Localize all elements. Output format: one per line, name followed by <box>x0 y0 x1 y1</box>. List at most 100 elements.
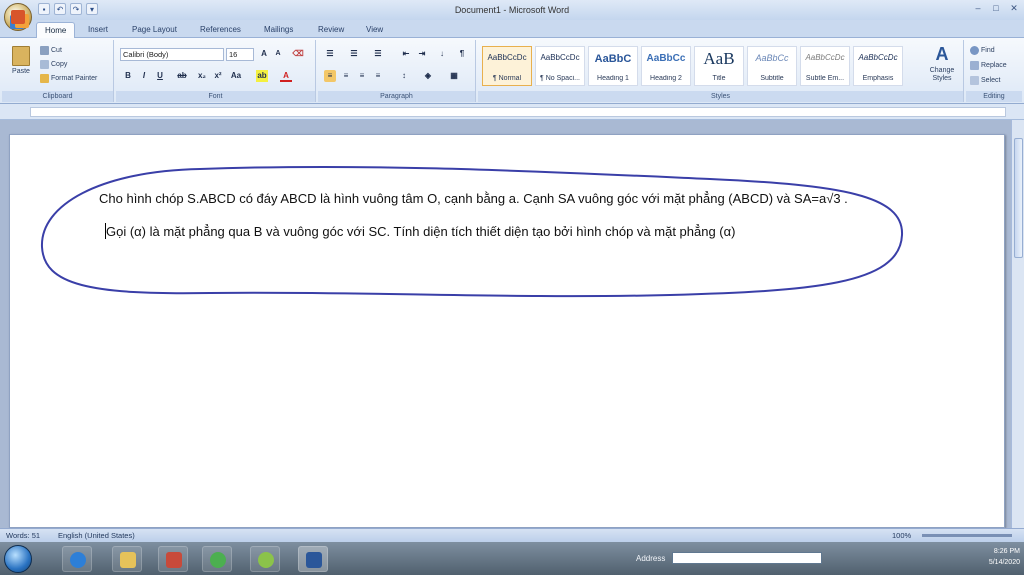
style-subtle-emphasis[interactable]: AaBbCcDc Subtle Em... <box>800 46 850 86</box>
word-count[interactable]: Words: 51 <box>6 531 40 540</box>
paste-button[interactable]: Paste <box>8 46 34 75</box>
style-name: Subtitle <box>760 75 784 82</box>
style-name: ¶ No Spaci... <box>540 75 580 82</box>
tab-review[interactable]: Review <box>310 22 352 38</box>
maximize-icon[interactable]: □ <box>990 2 1002 14</box>
style-name: Subtle Em... <box>805 75 845 82</box>
style-preview: AaBbC <box>594 53 632 65</box>
underline-icon[interactable]: U <box>154 70 166 82</box>
clipboard-group: Paste Cut Copy Format Painter Clipboard <box>2 40 114 102</box>
style-preview: AaBbCcDc <box>487 53 527 62</box>
change-styles-button[interactable]: A Change Styles <box>924 44 960 83</box>
format-painter-button[interactable]: Format Painter <box>40 74 97 83</box>
zoom-level[interactable]: 100% <box>892 531 911 540</box>
show-marks-icon[interactable]: ¶ <box>456 48 468 60</box>
zoom-slider[interactable] <box>922 534 1012 537</box>
media-icon <box>166 552 182 568</box>
superscript-icon[interactable]: x² <box>212 70 224 82</box>
line-spacing-icon[interactable]: ↕ <box>398 70 410 82</box>
tab-home[interactable]: Home <box>36 22 76 38</box>
vertical-scrollbar[interactable] <box>1011 120 1024 528</box>
style-title[interactable]: AaB Title <box>694 46 744 86</box>
horizontal-ruler[interactable] <box>0 104 1024 120</box>
chrome-icon <box>210 552 226 568</box>
replace-label: Replace <box>981 62 1007 69</box>
highlight-icon[interactable]: ab <box>256 70 268 82</box>
clipboard-group-label: Clipboard <box>2 91 113 102</box>
ribbon: Paste Cut Copy Format Painter Clipboard … <box>0 38 1024 104</box>
style-name: Heading 2 <box>650 75 682 82</box>
app-icon <box>258 552 274 568</box>
shading-icon[interactable]: ◈ <box>422 70 434 82</box>
tab-references[interactable]: References <box>192 22 249 38</box>
bullets-icon[interactable]: ☰ <box>324 48 336 60</box>
office-button[interactable] <box>4 3 32 31</box>
decrease-indent-icon[interactable]: ⇤ <box>400 48 412 60</box>
subscript-icon[interactable]: x₂ <box>196 70 208 82</box>
style-preview: AaBbCcDc <box>540 53 580 62</box>
style-subtitle[interactable]: AaBbCc Subtitle <box>747 46 797 86</box>
document-page[interactable]: Cho hình chóp S.ABCD có đáy ABCD là hình… <box>9 134 1005 528</box>
tab-view[interactable]: View <box>358 22 391 38</box>
bold-icon[interactable]: B <box>122 70 134 82</box>
style-normal[interactable]: AaBbCcDc ¶ Normal <box>482 46 532 86</box>
font-color-icon[interactable]: A <box>280 70 292 82</box>
taskbar-media[interactable] <box>158 546 188 572</box>
style-heading-1[interactable]: AaBbC Heading 1 <box>588 46 638 86</box>
font-group-label: Font <box>116 91 315 102</box>
align-left-icon[interactable]: ≡ <box>324 70 336 82</box>
folder-icon <box>120 552 136 568</box>
style-name: ¶ Normal <box>492 75 522 82</box>
increase-indent-icon[interactable]: ⇥ <box>416 48 428 60</box>
align-right-icon[interactable]: ≡ <box>356 70 368 82</box>
style-no-spacing[interactable]: AaBbCcDc ¶ No Spaci... <box>535 46 585 86</box>
shrink-font-icon[interactable]: A <box>272 48 284 60</box>
sort-icon[interactable]: ↓ <box>436 48 448 60</box>
binoculars-icon <box>970 46 979 55</box>
copy-button[interactable]: Copy <box>40 60 67 69</box>
replace-button[interactable]: Replace <box>970 61 1007 70</box>
cut-button[interactable]: Cut <box>40 46 62 55</box>
scrollbar-thumb[interactable] <box>1014 138 1023 258</box>
change-case-icon[interactable]: Aa <box>230 70 242 82</box>
align-center-icon[interactable]: ≡ <box>340 70 352 82</box>
find-button[interactable]: Find <box>970 46 995 55</box>
document-workspace: Cho hình chóp S.ABCD có đáy ABCD là hình… <box>0 120 1024 528</box>
taskbar-word[interactable] <box>298 546 328 572</box>
grow-font-icon[interactable]: A <box>258 48 270 60</box>
document-line-1: Cho hình chóp S.ABCD có đáy ABCD là hình… <box>99 191 848 206</box>
format-painter-label: Format Painter <box>51 75 98 82</box>
ruler-scale <box>30 107 1006 117</box>
justify-icon[interactable]: ≡ <box>372 70 384 82</box>
strikethrough-icon[interactable]: ab <box>176 70 188 82</box>
numbering-icon[interactable]: ☰ <box>348 48 360 60</box>
close-icon[interactable]: ✕ <box>1008 2 1020 14</box>
taskbar-app[interactable] <box>250 546 280 572</box>
italic-icon[interactable]: I <box>138 70 150 82</box>
tab-page-layout[interactable]: Page Layout <box>124 22 185 38</box>
style-heading-2[interactable]: AaBbCc Heading 2 <box>641 46 691 86</box>
brush-icon <box>40 74 49 83</box>
clear-format-icon[interactable]: ⌫ <box>292 48 304 60</box>
font-name-select[interactable]: Calibri (Body) <box>120 48 224 61</box>
multilevel-list-icon[interactable]: ☰ <box>372 48 384 60</box>
select-button[interactable]: Select <box>970 76 1000 85</box>
style-emphasis[interactable]: AaBbCcDc Emphasis <box>853 46 903 86</box>
taskbar-explorer[interactable] <box>112 546 142 572</box>
internet-explorer-icon <box>70 552 86 568</box>
change-styles-icon: A <box>935 44 949 64</box>
system-tray-clock[interactable]: 8:26 PM 5/14/2020 <box>989 546 1020 568</box>
language-indicator[interactable]: English (United States) <box>58 531 135 540</box>
address-input[interactable] <box>672 552 822 564</box>
minimize-icon[interactable]: – <box>972 2 984 14</box>
start-button[interactable] <box>4 545 32 573</box>
font-size-select[interactable]: 16 <box>226 48 254 61</box>
tab-mailings[interactable]: Mailings <box>256 22 301 38</box>
clipboard-icon <box>12 46 30 66</box>
taskbar-ie[interactable] <box>62 546 92 572</box>
style-name: Title <box>712 75 726 82</box>
editing-group-label: Editing <box>966 91 1022 102</box>
taskbar-chrome[interactable] <box>202 546 232 572</box>
borders-icon[interactable]: ▦ <box>448 70 460 82</box>
tab-insert[interactable]: Insert <box>80 22 116 38</box>
